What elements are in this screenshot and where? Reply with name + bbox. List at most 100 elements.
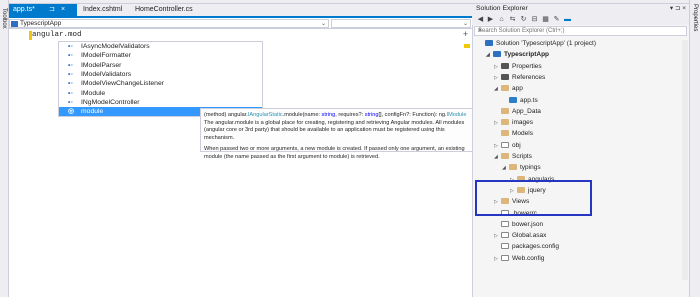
tab-label: app.ts* — [13, 6, 35, 13]
solution-search-input[interactable]: Search Solution Explorer (Ctrl+;) ⌕ — [474, 26, 687, 36]
completion-item[interactable]: •◦ IModelValidators — [59, 70, 262, 79]
properties-icon[interactable]: ✎ — [552, 15, 561, 24]
completion-item[interactable]: •◦ IModelParser — [59, 61, 262, 70]
expander-icon[interactable]: ▷ — [494, 74, 501, 82]
tree-node[interactable]: Models — [494, 130, 533, 138]
tab-index-cshtml[interactable]: Index.cshtml — [79, 4, 127, 16]
expander-icon[interactable]: ◢ — [502, 164, 509, 172]
interface-icon: •◦ — [68, 43, 73, 50]
folder-icon — [501, 85, 509, 92]
scrollbar-marker — [464, 44, 470, 48]
navigation-bar: TypescriptApp ⌄ ⌄ — [9, 18, 472, 29]
tree-node-label: References — [512, 73, 546, 81]
home-icon[interactable]: ⌂ — [497, 15, 506, 24]
forward-icon[interactable]: ▶ — [486, 15, 495, 24]
tree-node[interactable]: ▷ obj — [494, 141, 521, 150]
folder-icon — [501, 153, 509, 159]
tree-node[interactable]: ▷ Web.config — [494, 254, 544, 263]
toolbox-label: Toolbox — [1, 8, 7, 29]
tree-node-label: app — [512, 85, 523, 93]
expander-icon[interactable]: ▷ — [494, 119, 501, 127]
sync-icon[interactable]: ⇆ — [508, 15, 517, 24]
folder-icon — [501, 107, 509, 114]
close-icon[interactable]: × — [61, 4, 65, 16]
interface-icon: •◦ — [68, 98, 73, 106]
completion-item-label: INgModelController — [81, 98, 140, 106]
search-icon[interactable]: ⌕ — [478, 27, 684, 35]
properties-label: Properties — [692, 4, 698, 32]
tree-node[interactable]: ▷ References — [494, 73, 546, 82]
file-icon — [501, 141, 509, 148]
window-controls[interactable]: ▾ ⊐ × — [670, 4, 686, 12]
tree-node-label: Solution 'TypescriptApp' (1 project) — [496, 40, 597, 47]
solution-explorer-titlebar: Solution Explorer ▾ ⊐ × — [472, 4, 689, 14]
tree-node-label: typings — [520, 164, 541, 172]
ts-icon — [509, 96, 517, 103]
completion-item[interactable]: •◦ INgModelController — [59, 98, 262, 107]
folder-icon — [501, 130, 509, 137]
preview-icon[interactable]: ▬ — [563, 15, 572, 24]
tree-node[interactable]: bower.json — [494, 220, 543, 229]
file-icon — [501, 220, 509, 227]
tree-node[interactable]: packages.config — [494, 243, 559, 251]
annotation-highlight-box — [475, 180, 592, 216]
completion-item-label: IModule — [81, 89, 106, 97]
pin-icon[interactable]: ⊐ — [49, 4, 55, 16]
tab-label: Index.cshtml — [83, 6, 123, 13]
tree-node[interactable]: app.ts — [502, 96, 538, 105]
tree-node-label: Properties — [512, 62, 542, 70]
collapse-icon[interactable]: ⊟ — [530, 15, 539, 24]
quick-info-tooltip: (method) angular.IAngularStatic.module(n… — [200, 108, 473, 160]
completion-item[interactable]: •◦ IModelViewChangeListener — [59, 79, 262, 88]
tree-node-label: images — [512, 119, 533, 127]
description-paragraph-2: When passed two or more arguments, a new… — [204, 146, 465, 160]
project-icon — [11, 21, 18, 27]
toolbox-strip[interactable]: Toolbox — [0, 0, 9, 297]
member-dropdown[interactable]: ⌄ — [331, 19, 471, 28]
tree-node[interactable]: ◢ TypescriptApp — [486, 51, 549, 59]
tab-home-controller[interactable]: HomeController.cs — [131, 4, 201, 16]
chevron-down-icon: ⌄ — [462, 21, 468, 27]
back-icon[interactable]: ◀ — [476, 15, 485, 24]
expander-icon[interactable]: ◢ — [494, 85, 501, 93]
expander-icon[interactable]: ▷ — [494, 142, 501, 150]
tree-node[interactable]: ◢ typings — [502, 164, 541, 172]
method-signature: (method) angular.IAngularStatic.module(n… — [204, 112, 467, 118]
solution-icon — [485, 40, 493, 46]
visual-studio-window: Toolbox app.ts* ⊐ × Index.cshtml HomeCon… — [0, 0, 700, 297]
refresh-icon[interactable]: ↻ — [519, 15, 528, 24]
expander-icon[interactable]: ▷ — [494, 63, 501, 71]
tree-node[interactable]: ▷ Properties — [494, 62, 542, 71]
completion-item[interactable]: •◦ IModule — [59, 89, 262, 98]
interface-icon: •◦ — [68, 80, 73, 88]
file-icon — [501, 243, 509, 250]
properties-strip[interactable]: Properties — [689, 0, 700, 297]
tree-node[interactable]: ◢ Scripts — [494, 153, 532, 161]
tree-node[interactable]: App_Data — [494, 107, 541, 116]
tree-node-label: TypescriptApp — [504, 51, 550, 59]
split-editor-icon[interactable]: + — [461, 30, 470, 39]
tree-node[interactable]: ▷ images — [494, 119, 533, 127]
interface-icon: •◦ — [68, 61, 73, 69]
tab-label: HomeController.cs — [135, 6, 193, 13]
completion-item[interactable]: •◦ IModelFormatter — [59, 51, 262, 60]
interface-icon: •◦ — [68, 89, 73, 97]
document-tab-bar: app.ts* ⊐ × Index.cshtml HomeController.… — [9, 4, 472, 18]
project-dropdown[interactable]: TypescriptApp ⌄ — [9, 19, 329, 28]
expander-icon[interactable]: ◢ — [494, 153, 501, 161]
tree-node[interactable]: ◢ app — [494, 85, 523, 93]
code-line[interactable]: angular.mod — [32, 31, 82, 39]
tree-node[interactable]: ▷ Global.asax — [494, 232, 546, 240]
expander-icon[interactable]: ◢ — [486, 51, 493, 59]
show-all-icon[interactable]: ▦ — [541, 15, 550, 24]
completion-list[interactable]: •◦ IAsyncModelValidators •◦ IModelFormatter… — [58, 41, 263, 117]
expander-icon[interactable]: ▷ — [494, 255, 501, 263]
completion-item[interactable]: •◦ IAsyncModelValidators — [59, 42, 262, 51]
tab-app-ts[interactable]: app.ts* ⊐ × — [9, 4, 77, 16]
tree-node[interactable]: Solution 'TypescriptApp' (1 project) — [478, 40, 596, 48]
solution-tree[interactable]: Solution 'TypescriptApp' (1 project) ◢ Typ… — [472, 40, 689, 280]
tree-scrollbar[interactable] — [682, 40, 688, 280]
tree-node-label: app.ts — [520, 96, 538, 104]
proj-icon — [493, 51, 501, 58]
expander-icon[interactable]: ▷ — [494, 232, 501, 240]
